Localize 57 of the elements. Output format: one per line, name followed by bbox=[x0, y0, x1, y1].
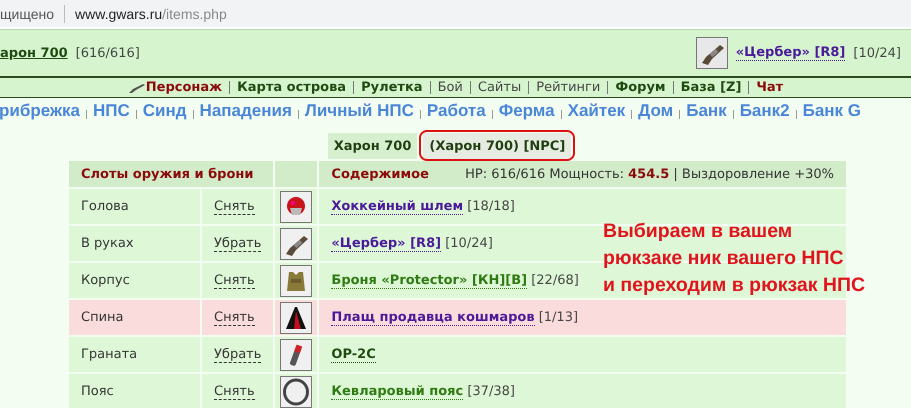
nav-link[interactable]: Нападения bbox=[200, 101, 292, 121]
nav-link[interactable]: рибрежка bbox=[0, 101, 80, 121]
nav-link[interactable]: Синд bbox=[142, 101, 187, 121]
item-link[interactable]: Хоккейный шлем bbox=[331, 199, 464, 215]
slot-cell: Корпус bbox=[68, 262, 201, 299]
durability-text: [37/38] bbox=[467, 384, 515, 399]
menu-link[interactable]: Форум bbox=[615, 80, 666, 95]
item-link[interactable]: OP-2C bbox=[331, 347, 376, 363]
stats-text: HP: 616/616 Мощность: 454.5 | Выздоровление +30% bbox=[465, 166, 834, 182]
durability-text: [1/13] bbox=[538, 310, 578, 325]
nav-link[interactable]: Дом bbox=[638, 101, 674, 121]
slot-cell: Спина bbox=[68, 299, 201, 336]
menu-link[interactable]: Сайты bbox=[478, 80, 522, 95]
player-name-link[interactable]: арон 700 bbox=[0, 46, 68, 60]
nav-link[interactable]: Ферма bbox=[498, 101, 555, 121]
nav-link[interactable]: Банк2 bbox=[740, 101, 790, 121]
weapon-link[interactable]: «Цербер» [R8] bbox=[736, 45, 846, 61]
annotation-text: Выбираем в вашем рюкзаке ник вашего НПС и переходим в рюкзак НПС bbox=[603, 219, 866, 298]
menu-link[interactable]: Карта острова bbox=[237, 80, 346, 95]
tab[interactable]: Харон 700 bbox=[328, 133, 418, 159]
durability-text: [22/68] bbox=[531, 273, 579, 288]
ammo-text: [10/24] bbox=[853, 46, 901, 60]
belt-icon bbox=[282, 378, 310, 406]
item-link[interactable]: Кевларовый пояс bbox=[331, 384, 464, 400]
slot-cell: Пояс bbox=[68, 373, 201, 408]
weapon-slot[interactable] bbox=[696, 37, 728, 69]
item-slot[interactable] bbox=[280, 228, 312, 260]
item-slot[interactable] bbox=[280, 376, 312, 408]
item-link[interactable]: «Цербер» [R8] bbox=[331, 236, 442, 252]
slot-cell: Граната bbox=[68, 336, 201, 373]
slot-cell: В руках bbox=[68, 225, 201, 262]
nav-link[interactable]: Банк G bbox=[802, 101, 861, 121]
durability-text: [18/18] bbox=[467, 199, 515, 214]
menu-link[interactable]: Чат bbox=[756, 80, 784, 95]
item-link[interactable]: Броня «Protector» [КН][В] bbox=[331, 273, 528, 289]
menu-link[interactable]: Рулетка bbox=[361, 80, 423, 95]
menu-link[interactable]: Персонаж bbox=[146, 80, 222, 95]
nav-link[interactable]: Личный НПС bbox=[304, 101, 414, 121]
slot-cell: Голова bbox=[68, 188, 201, 225]
hp-text: [616/616] bbox=[76, 46, 140, 60]
nav-link[interactable]: Хайтек bbox=[568, 101, 626, 121]
nav-link[interactable]: НПС bbox=[92, 101, 130, 121]
menu-link[interactable]: Рейтинги bbox=[536, 80, 600, 95]
item-slot[interactable] bbox=[280, 338, 312, 370]
nav-link[interactable]: Банк bbox=[686, 101, 727, 121]
item-link[interactable]: Плащ продавца кошмаров bbox=[331, 310, 535, 326]
url-field[interactable]: www.gwars.ru/items.php bbox=[75, 6, 227, 22]
security-label: щищено bbox=[0, 6, 54, 22]
tab[interactable]: (Харон 700) [NPC] bbox=[423, 133, 572, 159]
nav-link[interactable]: Работа bbox=[426, 101, 486, 121]
item-slot[interactable] bbox=[280, 302, 312, 334]
column-header: Содержимое bbox=[331, 166, 429, 182]
menu-link[interactable]: Бой bbox=[438, 80, 463, 95]
column-header: Слоты оружия и брони bbox=[68, 160, 274, 188]
durability-text: [10/24] bbox=[445, 236, 493, 251]
rifle-icon bbox=[128, 82, 146, 94]
menu-link[interactable]: База [Z] bbox=[680, 80, 742, 95]
